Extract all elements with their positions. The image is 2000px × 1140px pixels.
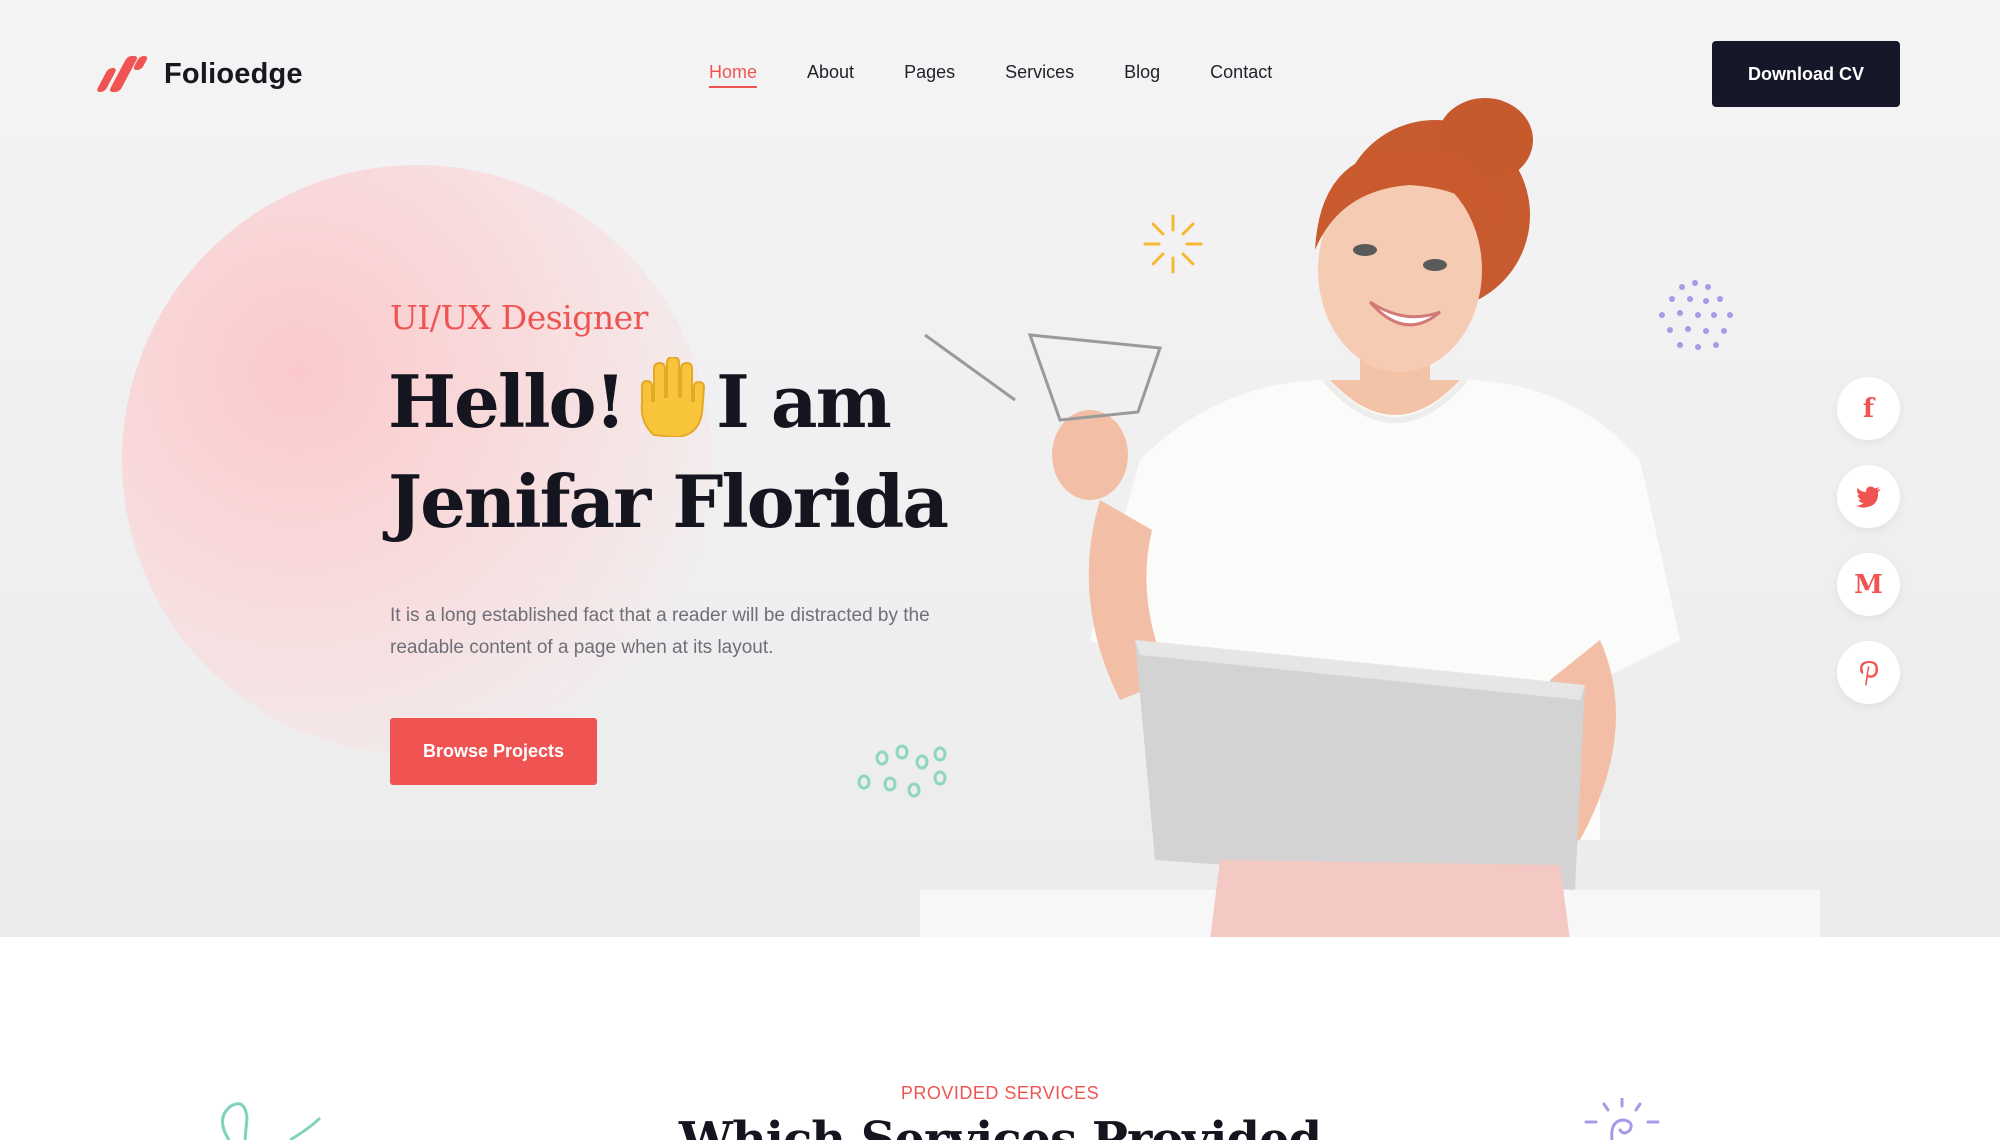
main-nav: Home About Pages Services Blog Contact (709, 62, 1322, 88)
services-title: Which Services Provided (678, 1112, 1322, 1140)
pinterest-icon[interactable] (1837, 641, 1900, 704)
headline-greeting: Hello! (388, 359, 626, 444)
logo-icon (95, 54, 152, 94)
medium-icon[interactable]: M (1837, 553, 1900, 616)
rings-decoration-green (857, 744, 947, 798)
social-links: f M (1837, 377, 1900, 704)
headline-i-am: I am (716, 359, 892, 444)
browse-projects-button[interactable]: Browse Projects (390, 718, 597, 785)
hero-role: UI/UX Designer (390, 298, 648, 337)
nav-pages[interactable]: Pages (904, 62, 955, 83)
hero-description: It is a long established fact that a rea… (390, 605, 930, 658)
download-cv-button[interactable]: Download CV (1712, 41, 1900, 107)
nav-home[interactable]: Home (709, 62, 758, 88)
facebook-icon[interactable]: f (1837, 377, 1900, 440)
services-subtitle: PROVIDED SERVICES (900, 1083, 1100, 1103)
hero-section: Folioedge Home About Pages Services Blog… (0, 0, 2000, 937)
hero-portrait (920, 98, 1820, 937)
raised-hand-icon (640, 357, 706, 437)
nav-services[interactable]: Services (1005, 62, 1074, 83)
brand-logo[interactable]: Folioedge (95, 54, 303, 94)
sunburst-decoration (1143, 214, 1203, 274)
brand-name: Folioedge (164, 57, 303, 90)
dots-decoration-purple (1659, 280, 1733, 350)
nav-about[interactable]: About (807, 62, 854, 83)
headline-name: Jenifar Florida (388, 459, 949, 544)
nav-blog[interactable]: Blog (1124, 62, 1160, 83)
hero-headline: Hello! I am Jenifar Florida (388, 352, 1028, 552)
twitter-icon[interactable] (1837, 465, 1900, 528)
nav-contact[interactable]: Contact (1210, 62, 1272, 83)
